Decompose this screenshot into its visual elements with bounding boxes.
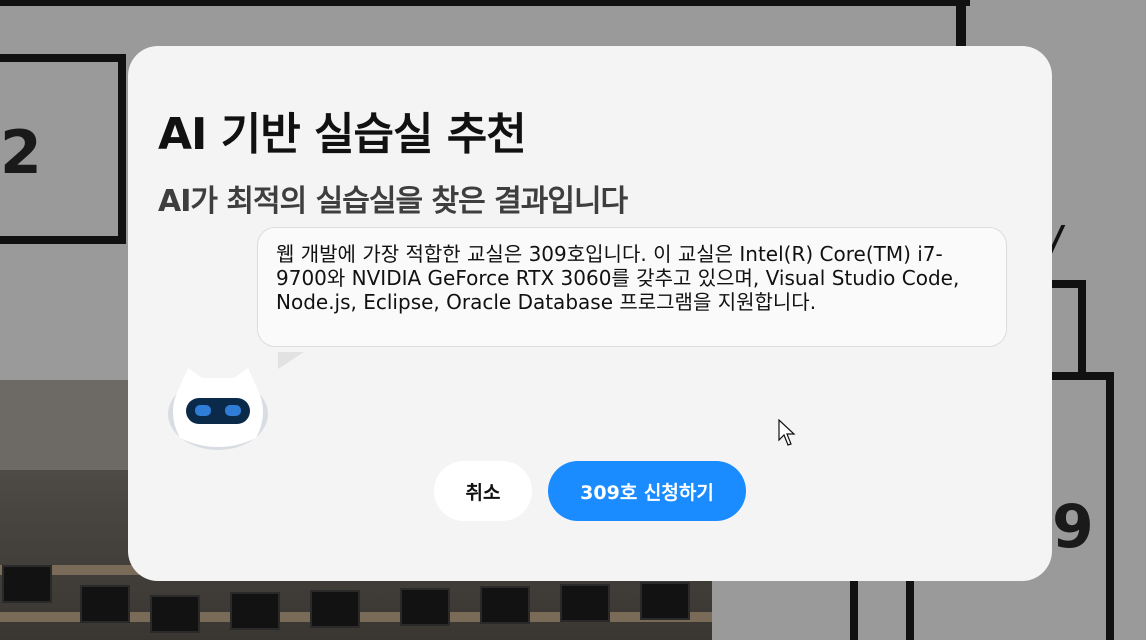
- recommendation-message-bubble: 웹 개발에 가장 적합한 교실은 309호입니다. 이 교실은 Intel(R)…: [257, 227, 1007, 347]
- speech-bubble-tail: [278, 352, 304, 369]
- cancel-button[interactable]: 취소: [434, 461, 532, 521]
- floor-plan-wall: [1052, 372, 1114, 380]
- modal-subtitle: AI가 최적의 실습실을 찾은 결과입니다: [158, 184, 628, 219]
- floor-plan-wall: [0, 54, 126, 62]
- room-number-label: 9: [1052, 492, 1094, 562]
- floor-plan-wall: [0, 236, 126, 244]
- modal-title: AI 기반 실습실 추천: [158, 109, 527, 160]
- floor-plan-wall: [0, 0, 970, 6]
- floor-plan-wall: [906, 580, 914, 640]
- recommendation-message: 웹 개발에 가장 적합한 교실은 309호입니다. 이 교실은 Intel(R)…: [276, 242, 960, 314]
- robot-mascot-icon: [168, 368, 268, 450]
- ai-recommendation-modal: AI 기반 실습실 추천 AI가 최적의 실습실을 찾은 결과입니다 웹 개발에…: [128, 46, 1052, 581]
- floor-plan-wall: [850, 580, 858, 640]
- floor-plan-wall: [118, 54, 126, 244]
- room-number-label: 2: [0, 118, 42, 188]
- floor-plan-wall: [1106, 372, 1114, 640]
- floor-plan-wall: [1078, 280, 1086, 380]
- mouse-cursor-icon: [778, 419, 796, 446]
- floor-plan-wall: [956, 0, 966, 50]
- apply-room-button[interactable]: 309호 신청하기: [548, 461, 746, 521]
